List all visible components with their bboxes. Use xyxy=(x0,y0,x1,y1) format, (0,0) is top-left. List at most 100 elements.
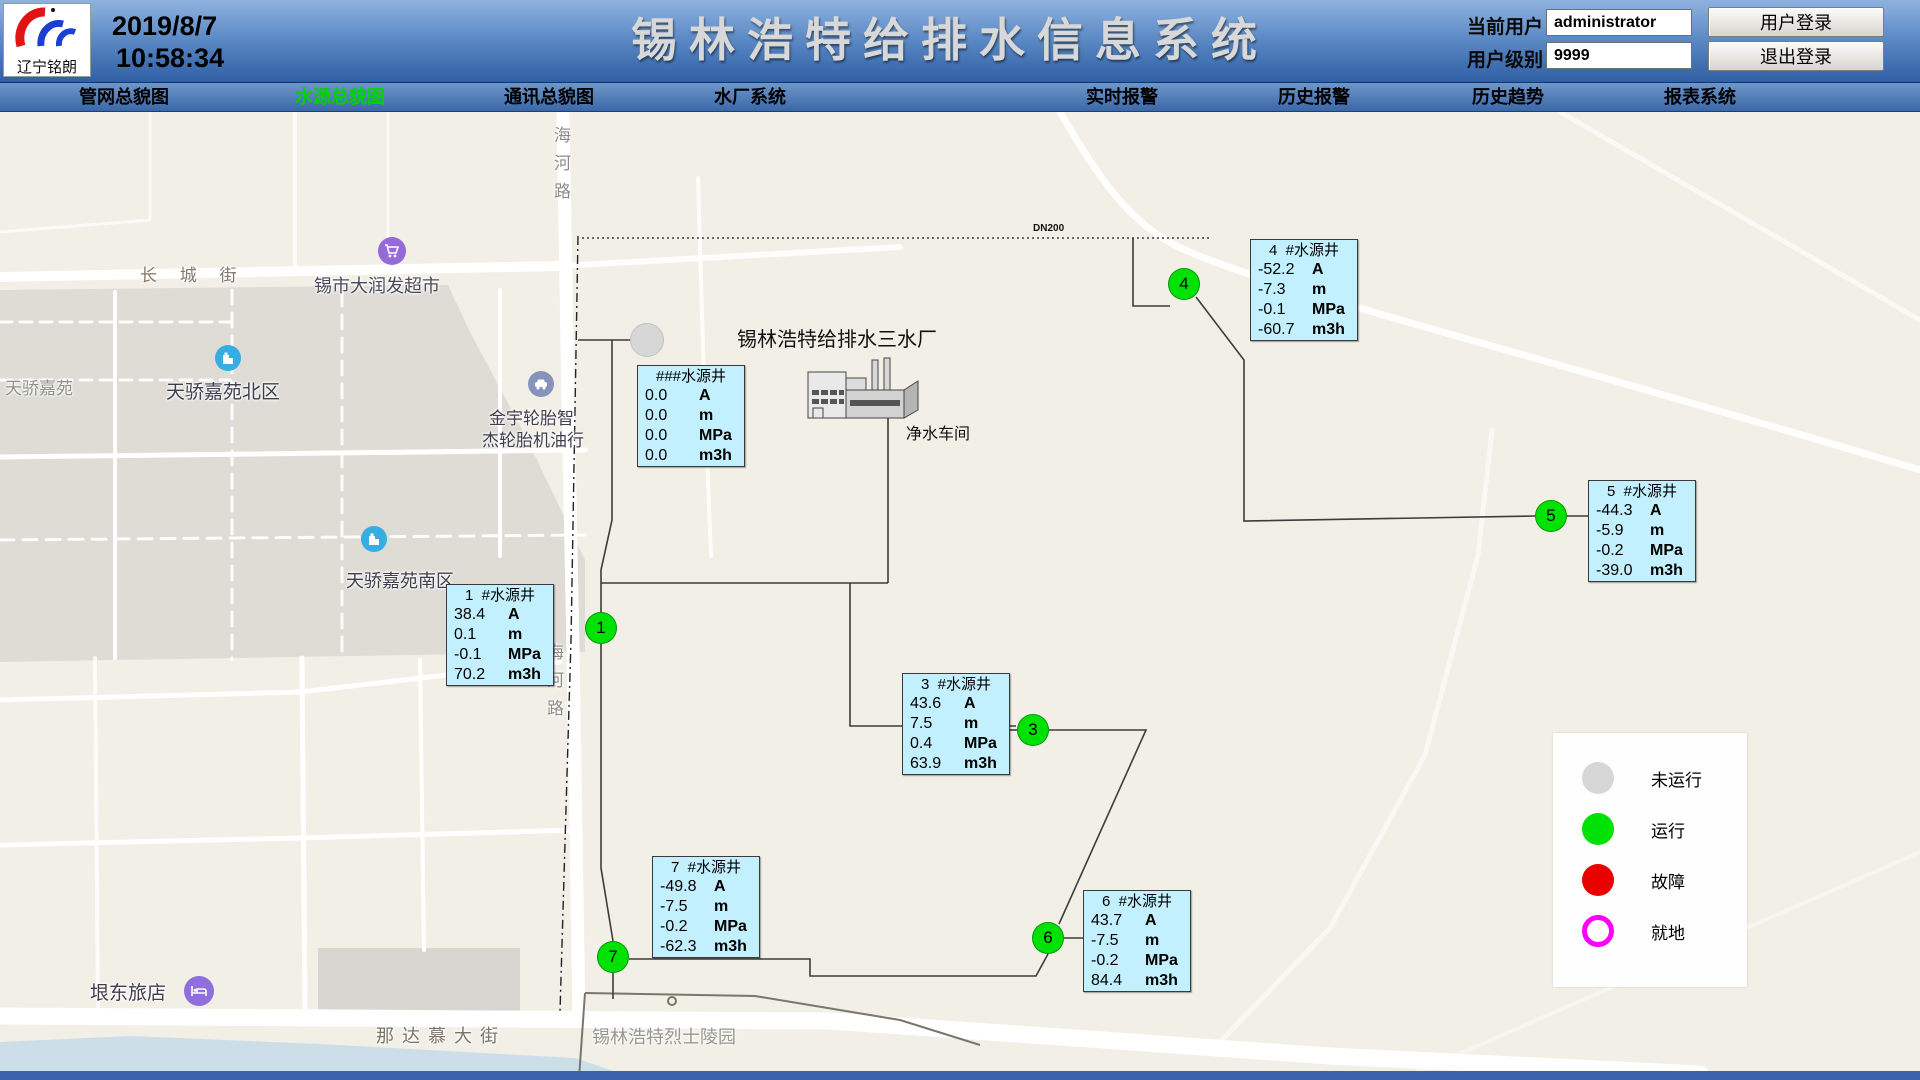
well-box-unknown[interactable]: ###水源井 0.0A 0.0m 0.0MPa 0.0m3h xyxy=(637,365,745,467)
well-status-circle-3[interactable]: 3 xyxy=(1017,714,1049,746)
well-status-circle-1[interactable]: 1 xyxy=(585,612,617,644)
well-box-title: 4 #水源井 xyxy=(1251,240,1357,260)
well-status-circle-6[interactable]: 6 xyxy=(1032,922,1064,954)
well-value: -60.7 xyxy=(1258,320,1312,340)
well-unit: m3h xyxy=(714,937,747,957)
status-legend: 未运行 运行 故障 就地 xyxy=(1553,733,1747,987)
well-unit: MPa xyxy=(1650,541,1683,561)
well-unit: m xyxy=(1650,521,1664,541)
poi-label-supermarket: 锡市大润发超市 xyxy=(314,272,440,298)
poi-label-tianjiao-north: 天骄嘉苑北区 xyxy=(166,377,280,404)
pipe-size-label: DN200 xyxy=(1033,223,1064,234)
hotel-bed-icon xyxy=(184,976,214,1006)
well-box-title: 7 #水源井 xyxy=(653,857,759,877)
shopping-cart-icon xyxy=(378,237,406,265)
well-value: 43.7 xyxy=(1091,911,1145,931)
nav-item-communication-overview[interactable]: 通讯总貌图 xyxy=(504,83,594,111)
page-title: 锡林浩特给排水信息系统 xyxy=(631,4,1269,70)
well-unit: A xyxy=(508,605,520,625)
login-button[interactable]: 用户登录 xyxy=(1708,7,1884,37)
well-value: 7.5 xyxy=(910,714,964,734)
well-value: -7.3 xyxy=(1258,280,1312,300)
nav-item-report-system[interactable]: 报表系统 xyxy=(1664,83,1736,111)
poi-label-tire-line2: 杰轮胎机油行 xyxy=(482,426,584,451)
datetime-display: 2019/8/7 10:58:34 xyxy=(112,10,224,74)
well-value: -5.9 xyxy=(1596,521,1650,541)
well-box-3[interactable]: 3 #水源井 43.6A 7.5m 0.4MPa 63.9m3h xyxy=(902,673,1010,775)
well-unit: m xyxy=(699,406,713,426)
well-status-circle-7[interactable]: 7 xyxy=(597,941,629,973)
street-label-nadamu: 那达慕大街 xyxy=(376,1022,506,1048)
user-level-field[interactable] xyxy=(1546,42,1692,69)
legend-label: 未运行 xyxy=(1651,766,1702,791)
well-value: 0.1 xyxy=(454,625,508,645)
well-box-title: 3 #水源井 xyxy=(903,674,1009,694)
well-value: -0.2 xyxy=(1091,951,1145,971)
plant-title: 锡林浩特给排水三水厂 xyxy=(737,323,937,352)
well-unit: m xyxy=(964,714,978,734)
well-unit: MPa xyxy=(699,426,732,446)
current-user-field[interactable] xyxy=(1546,9,1692,36)
company-logo: 辽宁铭朗 xyxy=(3,3,91,77)
nav-item-history-trend[interactable]: 历史趋势 xyxy=(1472,83,1544,111)
street-label-changcheng: 长 城 街 xyxy=(140,261,245,286)
well-value: 0.0 xyxy=(645,426,699,446)
well-unit: A xyxy=(1650,501,1662,521)
poi-label-hotel: 垠东旅店 xyxy=(90,978,166,1005)
nav-item-history-alarm[interactable]: 历史报警 xyxy=(1278,83,1350,111)
poi-label-cemetery: 锡林浩特烈士陵园 xyxy=(592,1023,736,1049)
well-box-title: 1 #水源井 xyxy=(447,585,553,605)
well-box-title: ###水源井 xyxy=(638,366,744,386)
well-unit: m3h xyxy=(1650,561,1683,581)
well-value: -62.3 xyxy=(660,937,714,957)
nav-item-pipe-network-overview[interactable]: 管网总貌图 xyxy=(79,83,169,111)
well-status-circle-5[interactable]: 5 xyxy=(1535,500,1567,532)
legend-item-fault: 故障 xyxy=(1553,864,1747,896)
well-status-circle-4[interactable]: 4 xyxy=(1168,268,1200,300)
bottom-bar xyxy=(0,1071,1920,1080)
well-value: -0.2 xyxy=(1596,541,1650,561)
well-status-circle-stopped[interactable] xyxy=(630,323,664,357)
logo-text: 辽宁铭朗 xyxy=(4,56,90,77)
nav-item-water-source-overview[interactable]: 水源总貌图 xyxy=(295,83,385,111)
residence-icon-north xyxy=(215,345,241,371)
local-status-icon xyxy=(1582,915,1614,947)
well-unit: m3h xyxy=(699,446,732,466)
well-value: -49.8 xyxy=(660,877,714,897)
well-box-5[interactable]: 5 #水源井 -44.3A -5.9m -0.2MPa -39.0m3h xyxy=(1588,480,1696,582)
well-unit: m xyxy=(714,897,728,917)
well-unit: m3h xyxy=(1145,971,1178,991)
well-box-6[interactable]: 6 #水源井 43.7A -7.5m -0.2MPa 84.4m3h xyxy=(1083,890,1191,992)
well-unit: A xyxy=(1145,911,1157,931)
logout-button[interactable]: 退出登录 xyxy=(1708,41,1884,71)
well-value: 43.6 xyxy=(910,694,964,714)
well-unit: m xyxy=(1312,280,1326,300)
well-box-4[interactable]: 4 #水源井 -52.2A -7.3m -0.1MPa -60.7m3h xyxy=(1250,239,1358,341)
well-unit: A xyxy=(714,877,726,897)
well-unit: A xyxy=(699,386,711,406)
nav-item-water-plant-system[interactable]: 水厂系统 xyxy=(714,83,786,111)
well-box-1[interactable]: 1 #水源井 38.4A 0.1m -0.1MPa 70.2m3h xyxy=(446,584,554,686)
main-nav: 管网总貌图 水源总貌图 通讯总貌图 水厂系统 实时报警 历史报警 历史趋势 报表… xyxy=(0,82,1920,112)
well-box-7[interactable]: 7 #水源井 -49.8A -7.5m -0.2MPa -62.3m3h xyxy=(652,856,760,958)
well-value: 0.0 xyxy=(645,386,699,406)
well-value: -39.0 xyxy=(1596,561,1650,581)
scada-screen: 长 城 街 海河路 海河路 那达慕大街 锡市大润发超市 天骄嘉苑 天骄嘉苑北区 … xyxy=(0,0,1920,1080)
legend-item-stopped: 未运行 xyxy=(1553,762,1747,794)
current-user-label: 当前用户 xyxy=(1467,12,1543,39)
well-value: -0.2 xyxy=(660,917,714,937)
stopped-status-icon xyxy=(1582,762,1614,794)
poi-label-tianjiao: 天骄嘉苑 xyxy=(5,374,73,399)
car-icon xyxy=(528,371,554,397)
well-value: -0.1 xyxy=(1258,300,1312,320)
nav-item-realtime-alarm[interactable]: 实时报警 xyxy=(1086,83,1158,111)
logo-arcs-icon xyxy=(15,4,79,50)
well-value: 0.0 xyxy=(645,446,699,466)
running-status-icon xyxy=(1582,813,1614,845)
legend-label: 运行 xyxy=(1651,817,1685,842)
well-unit: m3h xyxy=(508,665,541,685)
well-value: 70.2 xyxy=(454,665,508,685)
well-box-title: 5 #水源井 xyxy=(1589,481,1695,501)
well-unit: m3h xyxy=(964,754,997,774)
well-unit: A xyxy=(964,694,976,714)
